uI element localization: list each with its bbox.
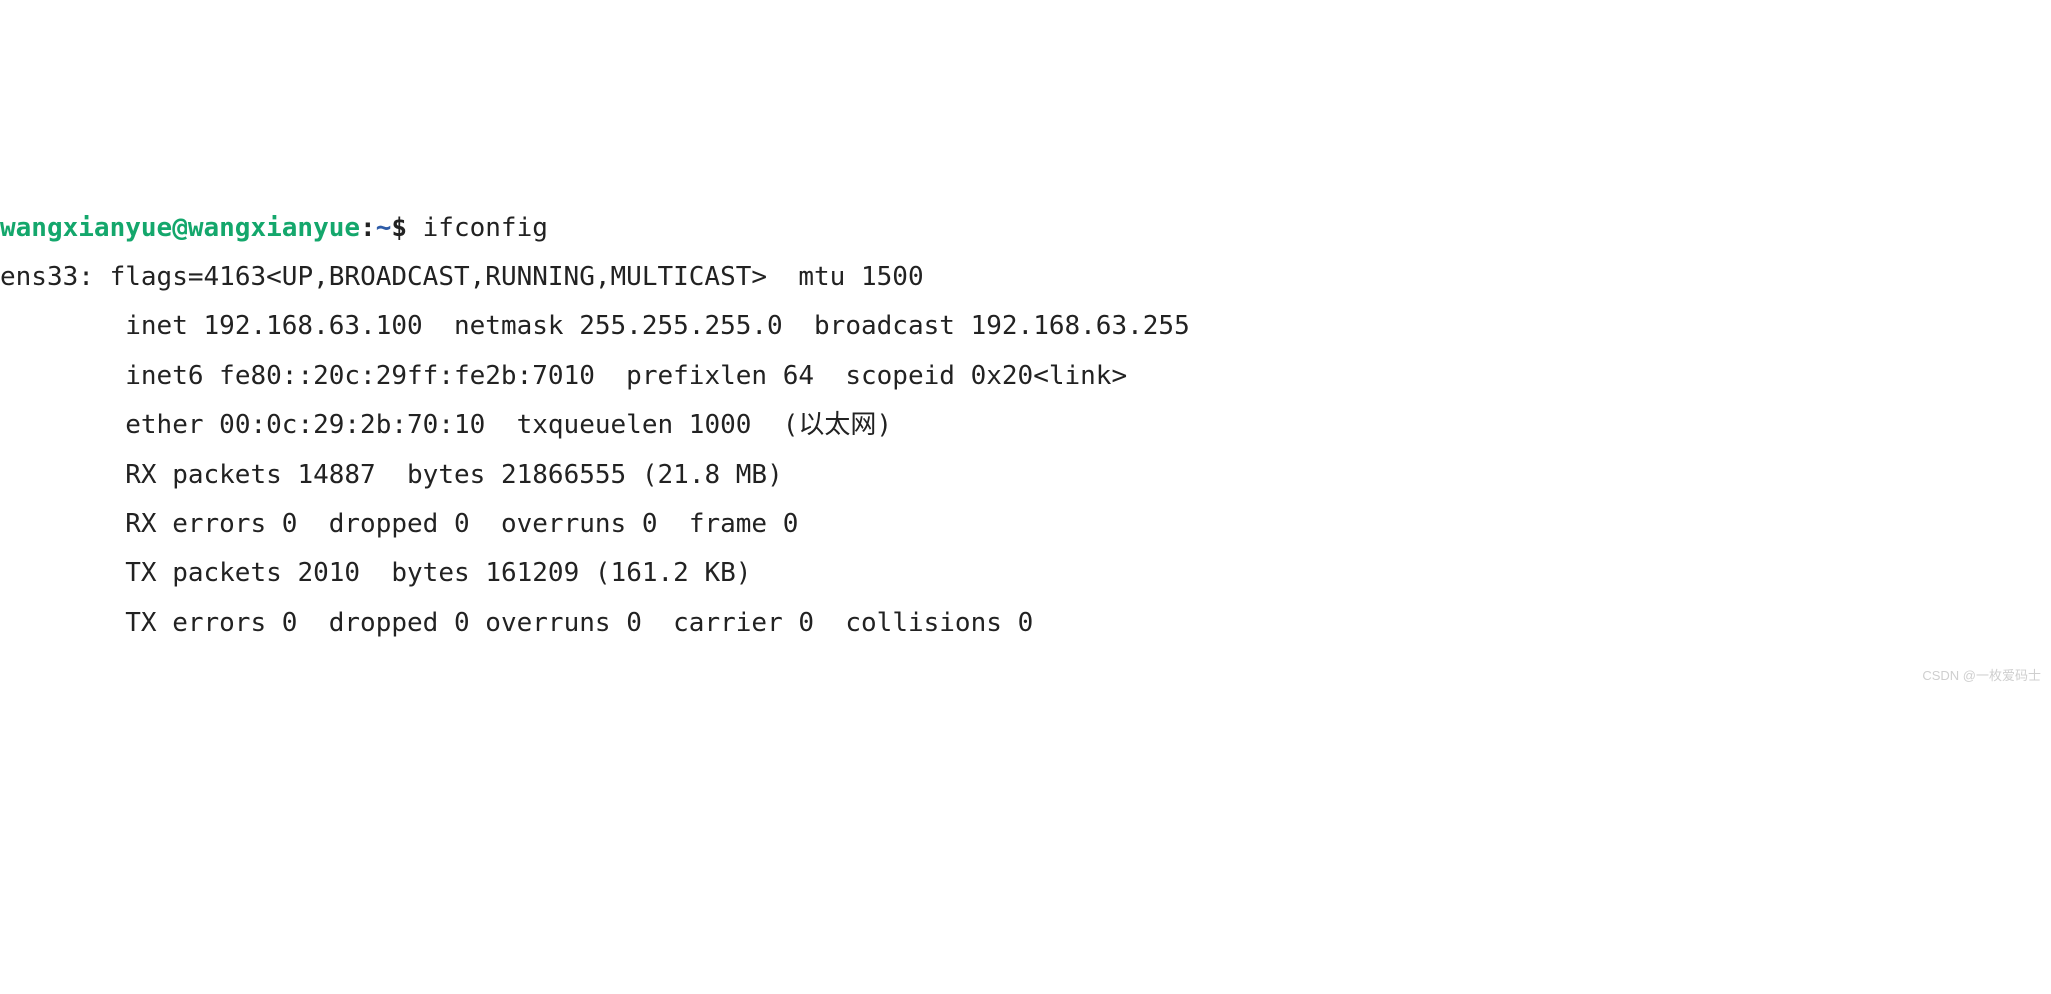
- iface-name: ens33: [0, 262, 78, 292]
- tx-carrier-value: 0: [798, 608, 814, 638]
- tx-errors-line: TX errors 0 dropped 0 overruns 0 carrier…: [0, 608, 1033, 638]
- rx-packets-value: 14887: [297, 460, 375, 490]
- prompt-user: wangxianyue: [0, 213, 172, 243]
- prompt-colon: :: [360, 213, 376, 243]
- ether-mac: 00:0c:29:2b:70:10: [219, 410, 485, 440]
- ether-line: ether 00:0c:29:2b:70:10 txqueuelen 1000 …: [0, 410, 892, 440]
- tx-packets-line: TX packets 2010 bytes 161209 (161.2 KB): [0, 558, 751, 588]
- flags-list: UP,BROADCAST,RUNNING,MULTICAST: [282, 262, 752, 292]
- terminal-output: wangxianyue@wangxianyue:~$ ifconfig ens3…: [0, 204, 2051, 649]
- prefixlen-value: 64: [783, 361, 814, 391]
- rx-bytes-human: (21.8 MB): [642, 460, 783, 490]
- mtu-value: 1500: [861, 262, 924, 292]
- rx-overruns-value: 0: [642, 509, 658, 539]
- rx-frame-value: 0: [783, 509, 799, 539]
- tx-carrier-label: carrier: [673, 608, 783, 638]
- prompt-at: @: [172, 213, 188, 243]
- command-text: ifconfig: [423, 213, 548, 243]
- rx-errors-label: RX errors: [125, 509, 266, 539]
- rx-dropped-label: dropped: [329, 509, 439, 539]
- broadcast-label: broadcast: [814, 311, 955, 341]
- rx-errors-line: RX errors 0 dropped 0 overruns 0 frame 0: [0, 509, 798, 539]
- rx-packets-line: RX packets 14887 bytes 21866555 (21.8 MB…: [0, 460, 783, 490]
- rx-errors-value: 0: [282, 509, 298, 539]
- inet-label: inet: [125, 311, 188, 341]
- prompt-line[interactable]: wangxianyue@wangxianyue:~$ ifconfig: [0, 213, 548, 243]
- netmask-value: 255.255.255.0: [579, 311, 783, 341]
- inet-line: inet 192.168.63.100 netmask 255.255.255.…: [0, 311, 1190, 341]
- watermark: CSDN @一枚爱码士: [1922, 664, 2041, 689]
- prompt-host: wangxianyue: [188, 213, 360, 243]
- tx-errors-value: 0: [282, 608, 298, 638]
- tx-collisions-label: collisions: [845, 608, 1002, 638]
- prefixlen-label: prefixlen: [626, 361, 767, 391]
- tx-bytes-human: (161.2 KB): [595, 558, 752, 588]
- inet6-line: inet6 fe80::20c:29ff:fe2b:7010 prefixlen…: [0, 361, 1127, 391]
- prompt-symbol: $: [391, 213, 407, 243]
- inet-addr: 192.168.63.100: [204, 311, 423, 341]
- rx-frame-label: frame: [689, 509, 767, 539]
- prompt-path: ~: [376, 213, 392, 243]
- rx-bytes-value: 21866555: [501, 460, 626, 490]
- txqueuelen-value: 1000: [689, 410, 752, 440]
- inet6-label: inet6: [125, 361, 203, 391]
- broadcast-value: 192.168.63.255: [971, 311, 1190, 341]
- flags-num: 4163: [204, 262, 267, 292]
- tx-dropped-label: dropped: [329, 608, 439, 638]
- tx-packets-label: TX packets: [125, 558, 282, 588]
- mtu-label: mtu: [798, 262, 845, 292]
- rx-bytes-label: bytes: [407, 460, 485, 490]
- iface-header-line: ens33: flags=4163<UP,BROADCAST,RUNNING,M…: [0, 262, 924, 292]
- tx-overruns-value: 0: [626, 608, 642, 638]
- tx-overruns-label: overruns: [485, 608, 610, 638]
- tx-collisions-value: 0: [1018, 608, 1034, 638]
- netmask-label: netmask: [454, 311, 564, 341]
- inet6-addr: fe80::20c:29ff:fe2b:7010: [219, 361, 595, 391]
- rx-overruns-label: overruns: [501, 509, 626, 539]
- rx-packets-label: RX packets: [125, 460, 282, 490]
- iface-type: (以太网): [783, 410, 892, 440]
- tx-errors-label: TX errors: [125, 608, 266, 638]
- tx-packets-value: 2010: [297, 558, 360, 588]
- scopeid-value: 0x20<link>: [971, 361, 1128, 391]
- scopeid-label: scopeid: [845, 361, 955, 391]
- ether-label: ether: [125, 410, 203, 440]
- flags-label: flags=: [110, 262, 204, 292]
- txqueuelen-label: txqueuelen: [517, 410, 674, 440]
- rx-dropped-value: 0: [454, 509, 470, 539]
- tx-bytes-value: 161209: [485, 558, 579, 588]
- tx-bytes-label: bytes: [391, 558, 469, 588]
- tx-dropped-value: 0: [454, 608, 470, 638]
